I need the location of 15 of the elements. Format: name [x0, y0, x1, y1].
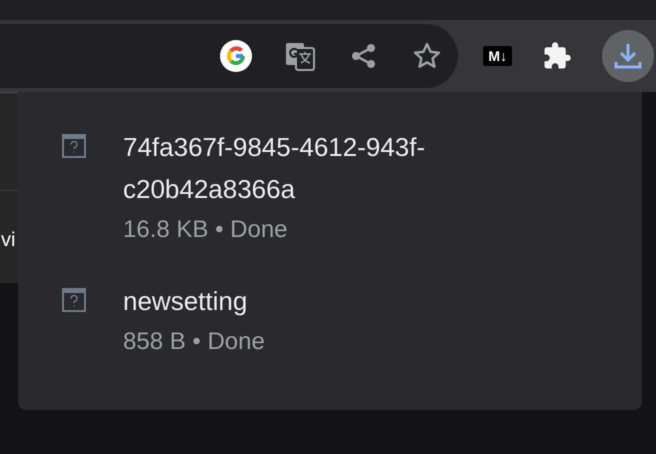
- puzzle-icon[interactable]: [542, 41, 572, 71]
- download-button[interactable]: [602, 30, 654, 82]
- star-icon[interactable]: [412, 41, 442, 71]
- file-name: newsetting: [123, 285, 248, 318]
- google-icon[interactable]: [220, 40, 252, 72]
- page-text: vi: [1, 228, 16, 253]
- file-name: 74fa367f-9845-4612-943f-c20b42a8366a: [123, 131, 426, 206]
- file-icon: [62, 134, 86, 158]
- download-item[interactable]: 74fa367f-9845-4612-943f-c20b42a8366a 16.8 KB • Done: [62, 126, 602, 250]
- file-status: 16.8 KB • Done: [123, 215, 289, 245]
- markdown-badge[interactable]: M↓: [483, 46, 512, 66]
- file-icon: [62, 288, 86, 312]
- file-status: 858 B • Done: [123, 327, 266, 357]
- download-item[interactable]: newsetting 858 B • Done: [62, 280, 602, 362]
- translate-icon[interactable]: [284, 40, 316, 72]
